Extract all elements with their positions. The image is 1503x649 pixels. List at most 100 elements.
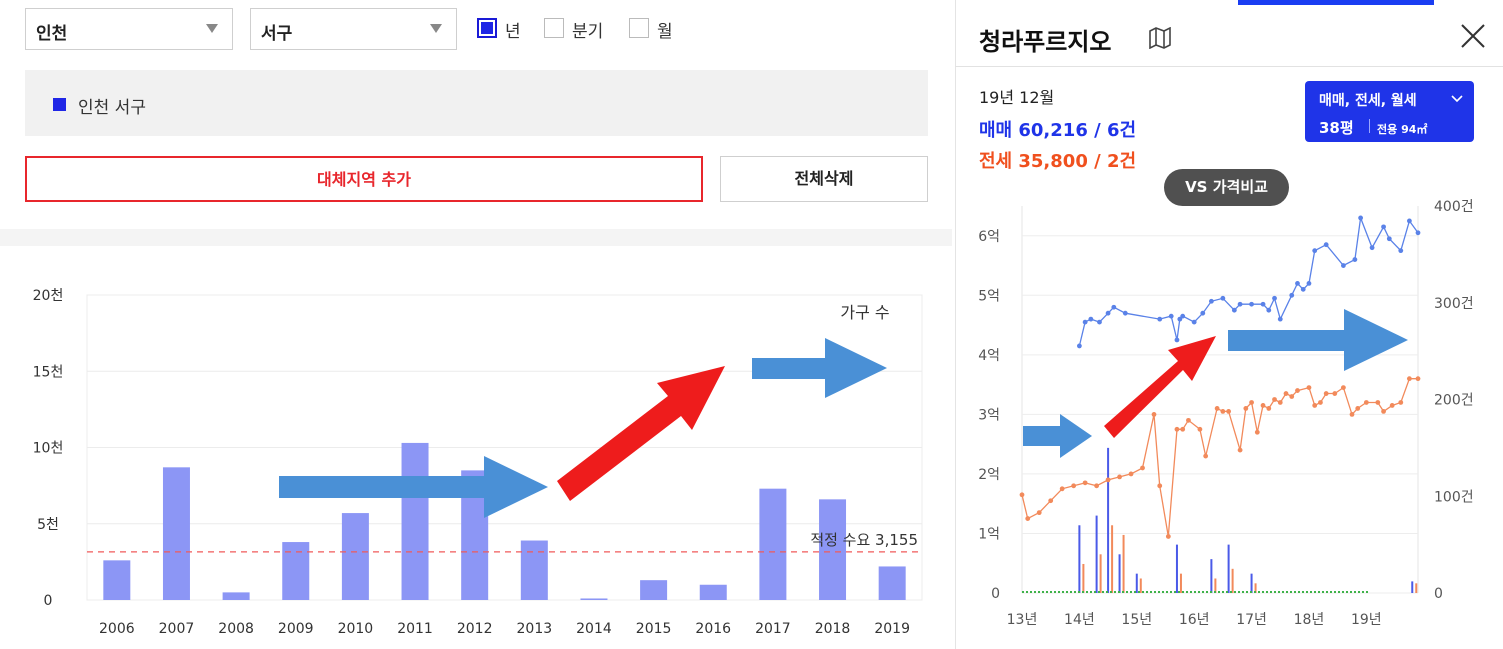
size-label: 38평 <box>1319 119 1354 137</box>
bar <box>222 592 250 600</box>
x-tick-label: 2019 <box>874 621 910 637</box>
x-tick-label: 2013 <box>517 621 553 637</box>
price-trend-chart: 0 1억 2억 3억 4억 5억 6억 0 100건 200건 300건 400건 13년 14년 15… <box>978 199 1473 628</box>
volume-bar-sale <box>1095 515 1098 593</box>
chevron-down-icon <box>430 24 442 33</box>
bar <box>341 513 369 600</box>
data-point-jeonse <box>1254 429 1260 435</box>
data-point-jeonse <box>1312 403 1318 408</box>
data-point-jeonse <box>1151 411 1157 417</box>
data-point-jeonse <box>1332 391 1338 396</box>
period-quarter-checkbox[interactable] <box>544 18 564 38</box>
deal-type-label: 매매, 전세, 월세 <box>1319 93 1417 109</box>
add-region-button[interactable]: 대체지역 추가 <box>25 156 703 202</box>
period-year-label: 년 <box>505 22 521 42</box>
delete-all-button[interactable]: 전체삭제 <box>720 156 928 202</box>
bar <box>819 499 847 600</box>
data-point-jeonse <box>1237 447 1243 453</box>
y-tick-label: 4억 <box>978 348 1000 364</box>
volume-bar-jeonse <box>1231 568 1234 593</box>
data-point-jeonse <box>1398 400 1404 405</box>
data-point-jeonse <box>1174 426 1180 432</box>
volume-bar-sale <box>1411 581 1414 593</box>
red-up-arrow-icon <box>557 366 725 501</box>
data-point-sale <box>1180 313 1186 319</box>
data-point-sale <box>1381 224 1386 230</box>
region-select-value: 인천 <box>36 24 68 44</box>
period-quarter-label: 분기 <box>572 22 604 42</box>
active-tab-indicator <box>1238 0 1434 5</box>
data-point-jeonse <box>1306 385 1312 390</box>
x-tick-label: 2012 <box>457 621 493 637</box>
data-point-sale <box>1191 319 1197 325</box>
x-tick-label: 13년 <box>1007 612 1038 628</box>
data-point-jeonse <box>1157 483 1163 489</box>
y-tick-label: 3억 <box>978 407 1000 423</box>
bar <box>520 540 548 600</box>
data-point-jeonse <box>1180 426 1186 432</box>
bar <box>580 598 608 600</box>
deal-type-size-selector[interactable]: 매매, 전세, 월세 38평 전용 94㎡ <box>1305 81 1474 142</box>
period-month-checkbox[interactable] <box>629 18 649 38</box>
data-point-jeonse <box>1203 453 1209 459</box>
period-year-checkbox[interactable] <box>477 18 497 38</box>
district-select[interactable]: 서구 <box>250 8 457 50</box>
data-point-sale <box>1200 310 1206 316</box>
data-point-jeonse <box>1071 483 1077 489</box>
period-month-label: 월 <box>657 22 673 42</box>
data-point-jeonse <box>1355 406 1361 411</box>
data-point-sale <box>1231 307 1237 313</box>
x-tick-label: 2018 <box>815 621 851 637</box>
y-tick-label: 6억 <box>978 229 1000 245</box>
data-point-jeonse <box>1048 498 1054 504</box>
data-point-jeonse <box>1140 465 1145 471</box>
data-point-sale <box>1369 245 1375 251</box>
data-point-sale <box>1174 337 1180 343</box>
data-point-sale <box>1277 316 1283 322</box>
y-tick-label: 5천 <box>37 517 59 533</box>
volume-bar-sale <box>1118 554 1121 593</box>
region-select[interactable]: 인천 <box>25 8 233 50</box>
x-tick-label: 2007 <box>159 621 195 637</box>
volume-bar-sale <box>1250 573 1253 593</box>
data-point-jeonse <box>1243 406 1249 411</box>
x-tick-label: 14년 <box>1064 612 1095 628</box>
close-icon[interactable] <box>1459 22 1487 50</box>
data-point-sale <box>1088 316 1094 322</box>
sale-price-label: 매매 60,216 / 6건 <box>979 120 1137 141</box>
data-point-jeonse <box>1197 426 1203 432</box>
area-label: 전용 94㎡ <box>1377 123 1428 136</box>
volume-bar-sale <box>1107 447 1110 593</box>
data-point-jeonse <box>1105 477 1111 483</box>
data-point-jeonse <box>1186 417 1191 423</box>
data-point-sale <box>1168 313 1174 319</box>
district-select-value: 서구 <box>261 24 293 44</box>
map-icon[interactable] <box>1148 27 1172 49</box>
data-point-sale <box>1415 230 1421 236</box>
volume-bar-jeonse <box>1122 534 1125 593</box>
data-point-jeonse <box>1220 409 1226 414</box>
data-point-sale <box>1386 236 1392 242</box>
volume-bar-jeonse <box>1415 583 1418 593</box>
data-point-jeonse <box>1266 406 1272 411</box>
volume-bar-sale <box>1175 544 1178 593</box>
data-point-jeonse <box>1289 394 1295 399</box>
jeonse-price-label: 전세 35,800 / 2건 <box>979 151 1137 172</box>
bar <box>162 467 190 600</box>
y-tick-label: 15천 <box>33 364 64 380</box>
data-point-jeonse <box>1036 510 1042 516</box>
x-tick-label: 16년 <box>1179 612 1210 628</box>
data-point-sale <box>1122 310 1128 316</box>
data-point-jeonse <box>1389 403 1395 408</box>
data-point-jeonse <box>1117 474 1122 480</box>
data-point-sale <box>1406 218 1412 224</box>
y-tick-label: 1억 <box>978 526 1000 542</box>
header-divider <box>955 66 1503 67</box>
data-point-jeonse <box>1283 391 1289 396</box>
bar <box>103 560 131 600</box>
data-point-sale <box>1260 301 1266 307</box>
data-point-jeonse <box>1249 400 1254 405</box>
data-point-sale <box>1340 263 1346 268</box>
volume-bar-jeonse <box>1179 573 1182 593</box>
volume-bar-sale <box>1210 559 1213 593</box>
